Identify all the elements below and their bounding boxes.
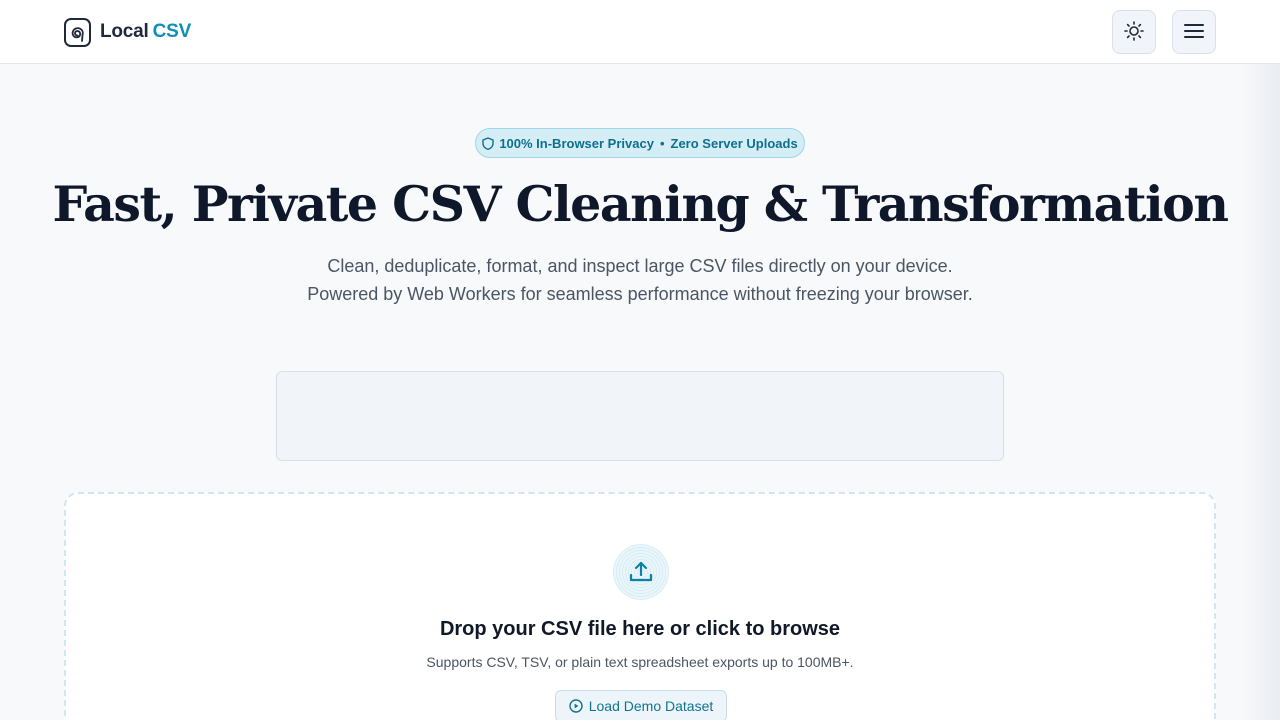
app-logo[interactable]: Local CSV [64,17,191,47]
menu-button[interactable] [1172,10,1216,54]
load-demo-dataset-button[interactable]: Load Demo Dataset [555,690,727,720]
hero-subtitle-line-1: Clean, deduplicate, format, and inspect … [327,256,953,276]
hero-subtitle: Clean, deduplicate, format, and inspect … [0,252,1280,308]
badge-separator: • [659,135,665,151]
dropzone-subtitle: Supports CSV, TSV, or plain text spreads… [426,654,854,670]
play-circle-icon [569,699,583,713]
hero-subtitle-line-2: Powered by Web Workers for seamless perf… [307,284,973,304]
spiral-logo-icon [64,17,91,47]
sun-icon [1124,20,1144,44]
load-demo-dataset-label: Load Demo Dataset [588,698,714,714]
upload-icon [613,544,669,600]
logo-text-main: Local [100,21,149,42]
dropzone-title: Drop your CSV file here or click to brow… [439,618,841,640]
badge-text-uploads: Zero Server Uploads [670,135,798,151]
hero-title: Fast, Private CSV Cleaning & Transformat… [52,175,1229,233]
ad-placeholder-box [276,371,1004,461]
top-navigation-bar: Local CSV [0,0,1280,64]
hamburger-menu-icon [1184,23,1204,42]
theme-toggle-button[interactable] [1112,10,1156,54]
scroll-edge-shadow [1240,64,1280,720]
badge-text-privacy: 100% In-Browser Privacy [499,135,654,151]
shield-icon [482,136,495,150]
csv-dropzone[interactable]: Drop your CSV file here or click to brow… [64,492,1216,720]
logo-text-accent: CSV [152,21,192,42]
privacy-badge: 100% In-Browser Privacy • Zero Server Up… [475,128,805,158]
logo-text: Local CSV [100,21,191,43]
